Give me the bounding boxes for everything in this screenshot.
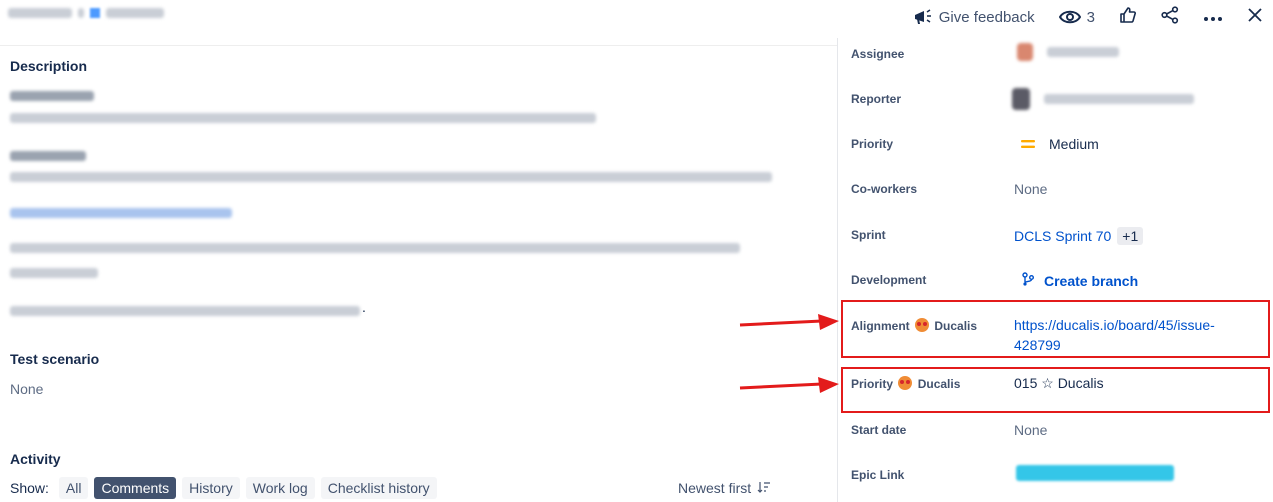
priority-value-text: Medium xyxy=(1049,136,1099,152)
filter-comments-button[interactable]: Comments xyxy=(94,477,177,499)
more-icon[interactable] xyxy=(1203,9,1223,26)
create-branch-label: Create branch xyxy=(1044,272,1139,289)
development-label: Development xyxy=(851,273,927,287)
sprint-extra-badge[interactable]: +1 xyxy=(1117,227,1144,245)
branch-icon xyxy=(1022,272,1034,289)
annotation-arrow-icon xyxy=(739,314,839,330)
description-heading: Description xyxy=(10,58,88,74)
eye-icon xyxy=(1058,9,1081,25)
watchers-button[interactable]: 3 xyxy=(1058,8,1095,26)
sprint-label: Sprint xyxy=(851,228,886,242)
sort-icon xyxy=(757,480,771,496)
filter-work-log-button[interactable]: Work log xyxy=(245,477,315,499)
redacted-text xyxy=(10,151,86,161)
redacted-text xyxy=(10,91,94,101)
filter-history-button[interactable]: History xyxy=(182,477,240,499)
redacted-text xyxy=(10,306,360,316)
create-branch-button[interactable]: Create branch xyxy=(1022,272,1138,289)
sort-order-label: Newest first xyxy=(678,480,752,496)
avatar xyxy=(1012,88,1030,110)
give-feedback-button[interactable]: Give feedback xyxy=(913,9,1035,26)
description-period: . xyxy=(362,299,366,315)
priority-value[interactable]: Medium xyxy=(1021,136,1099,152)
breadcrumb[interactable] xyxy=(8,8,164,18)
close-icon[interactable] xyxy=(1247,7,1263,27)
redacted-link[interactable] xyxy=(10,208,232,218)
issue-header: Give feedback 3 xyxy=(0,0,1273,38)
assignee-value[interactable] xyxy=(1017,43,1119,62)
filter-all-button[interactable]: All xyxy=(58,477,89,499)
priority-ducalis-highlight-box xyxy=(841,367,1270,413)
priority-medium-icon xyxy=(1021,136,1035,152)
redacted-epic-lozenge xyxy=(1016,465,1174,481)
redacted-text xyxy=(10,113,596,123)
issue-type-icon xyxy=(90,8,100,18)
test-scenario-value[interactable]: None xyxy=(10,381,43,397)
issue-key-redacted[interactable] xyxy=(8,8,72,18)
avatar xyxy=(1017,43,1033,62)
filter-checklist-history-button[interactable]: Checklist history xyxy=(320,477,437,499)
redacted-name xyxy=(1046,47,1119,58)
redacted-name xyxy=(1043,94,1194,104)
redacted-text xyxy=(10,172,772,182)
priority-label: Priority xyxy=(851,137,894,151)
annotation-arrow-icon xyxy=(739,377,839,393)
start-date-value[interactable]: None xyxy=(1014,422,1047,438)
watchers-count: 3 xyxy=(1086,8,1095,26)
sprint-value: DCLS Sprint 70 +1 xyxy=(1014,227,1144,245)
redacted-text xyxy=(10,268,98,278)
activity-heading: Activity xyxy=(10,451,61,467)
epic-link-value[interactable] xyxy=(1016,465,1174,484)
reporter-value[interactable] xyxy=(1012,88,1194,110)
breadcrumb-separator xyxy=(78,8,84,18)
reporter-label: Reporter xyxy=(851,92,902,106)
show-label: Show: xyxy=(10,480,49,496)
test-scenario-heading: Test scenario xyxy=(10,351,100,367)
issue-key-redacted-2[interactable] xyxy=(106,8,164,18)
panel-divider xyxy=(837,38,838,502)
sort-order-button[interactable]: Newest first xyxy=(678,480,771,496)
megaphone-icon xyxy=(913,9,933,25)
header-divider xyxy=(0,45,837,46)
activity-filter-bar: Show: All Comments History Work log Chec… xyxy=(10,477,443,499)
coworkers-value[interactable]: None xyxy=(1014,181,1047,197)
alignment-highlight-box xyxy=(841,300,1270,358)
sprint-link[interactable]: DCLS Sprint 70 xyxy=(1014,228,1111,244)
thumbs-up-icon[interactable] xyxy=(1119,6,1137,28)
coworkers-label: Co-workers xyxy=(851,182,918,196)
assignee-label: Assignee xyxy=(851,47,905,61)
redacted-text xyxy=(10,243,740,253)
give-feedback-label: Give feedback xyxy=(938,8,1035,26)
share-icon[interactable] xyxy=(1161,6,1179,28)
epic-link-label: Epic Link xyxy=(851,468,905,482)
start-date-label: Start date xyxy=(851,423,907,437)
